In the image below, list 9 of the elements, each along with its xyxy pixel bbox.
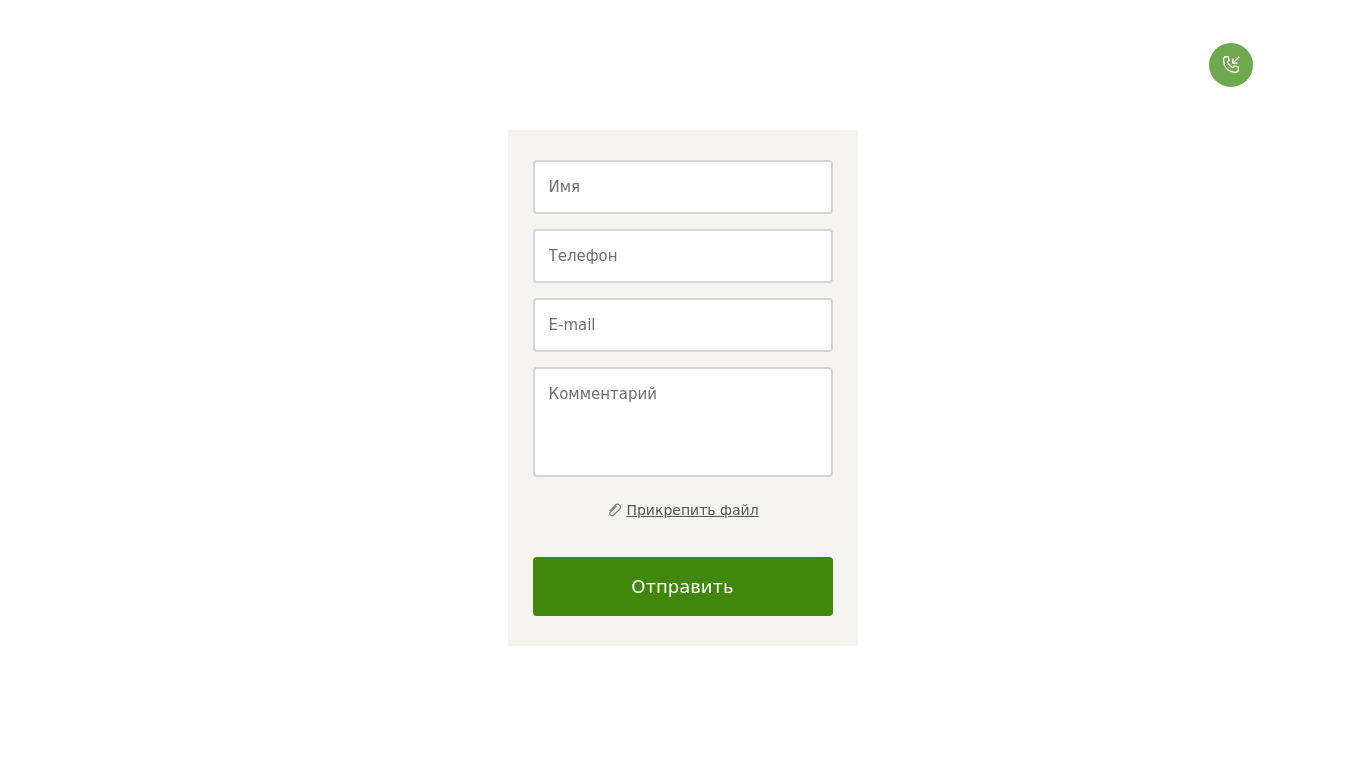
input-field[interactable]: Имя xyxy=(532,160,833,214)
callback-button[interactable] xyxy=(1209,43,1253,87)
phone-icon xyxy=(1220,54,1242,76)
paperclip-icon xyxy=(606,502,623,518)
attach-file-link[interactable]: Прикрепить файл xyxy=(626,502,759,518)
comment-field[interactable]: Комментарий xyxy=(532,367,833,477)
input-field[interactable]: Телефон xyxy=(532,229,833,283)
submit-button[interactable]: Отправить xyxy=(532,557,833,616)
input-field[interactable]: E-mail xyxy=(532,298,833,352)
